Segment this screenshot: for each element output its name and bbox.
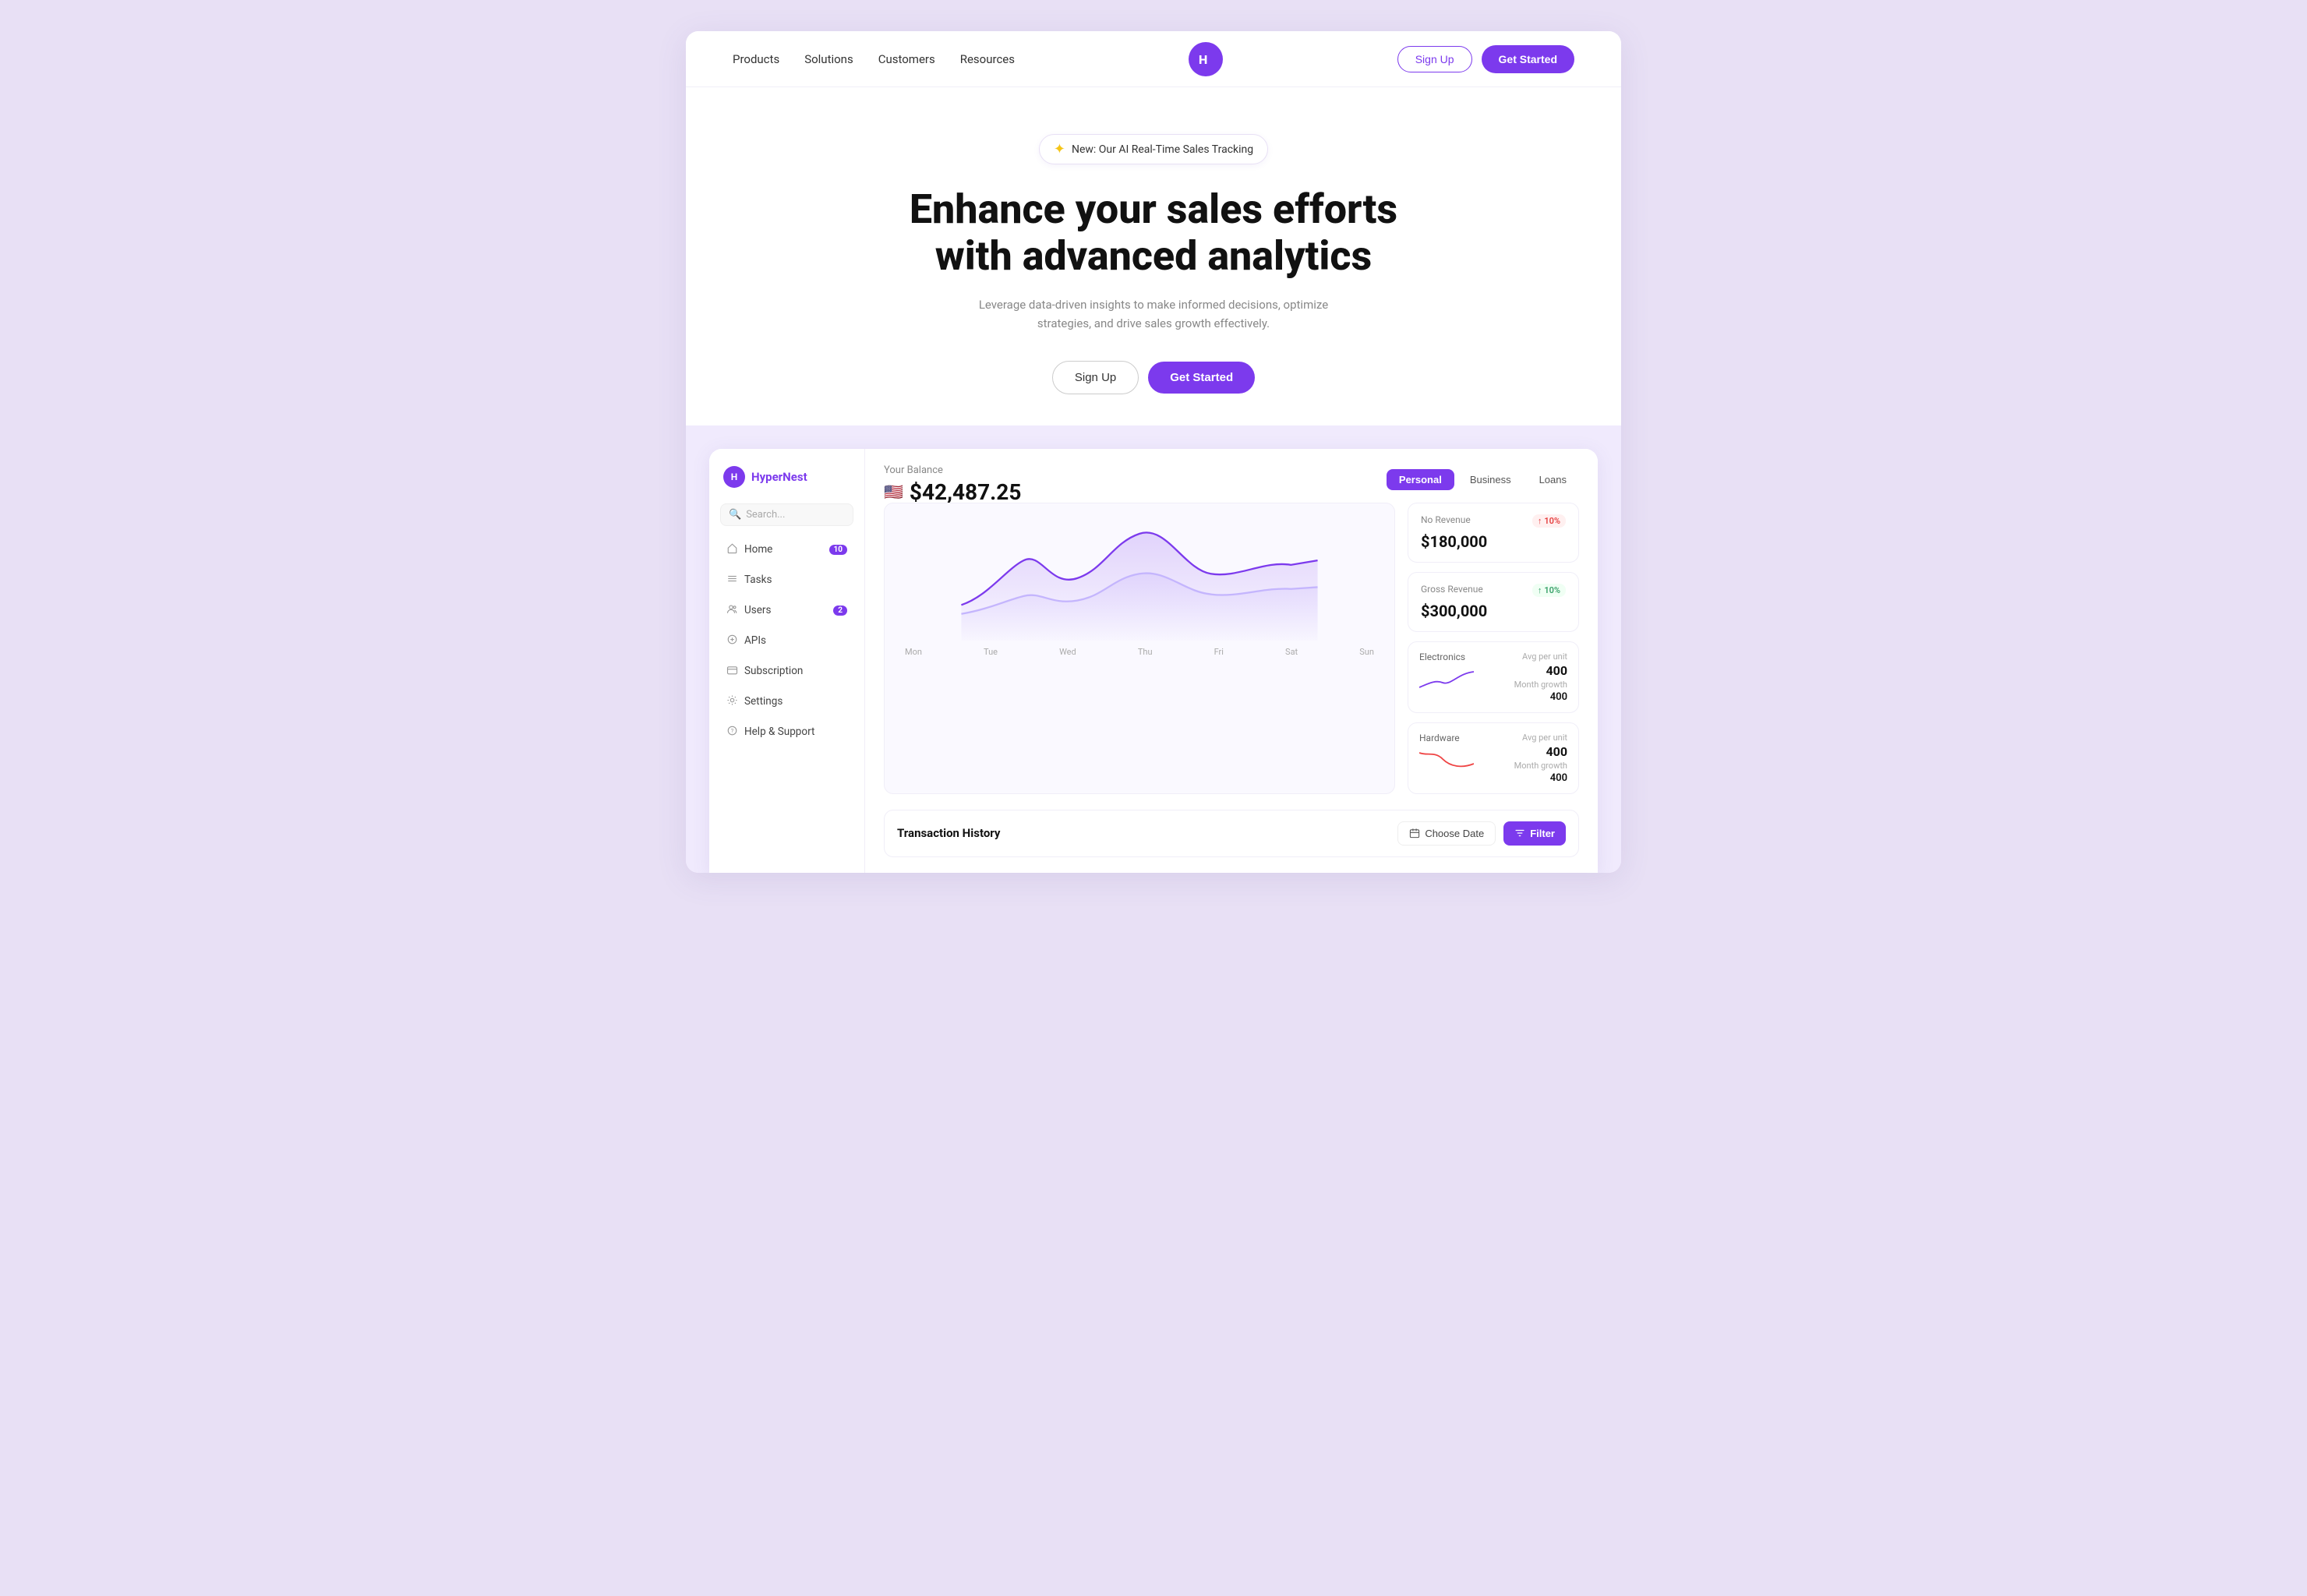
sidebar: H HyperNest 🔍 Search... Home 10 bbox=[709, 449, 865, 873]
svg-text:H: H bbox=[1199, 52, 1207, 67]
chart-container: Mon Tue Wed Thu Fri Sat Sun bbox=[884, 503, 1395, 794]
chart-label-thu: Thu bbox=[1138, 647, 1153, 657]
announcement-badge: ✦ New: Our AI Real-Time Sales Tracking bbox=[1039, 134, 1268, 164]
page-wrapper: Products Solutions Customers Resources H… bbox=[686, 31, 1621, 873]
nav-products[interactable]: Products bbox=[733, 52, 779, 66]
nav-actions: Sign Up Get Started bbox=[1397, 45, 1574, 73]
home-icon bbox=[726, 542, 738, 557]
dashboard-card: H HyperNest 🔍 Search... Home 10 bbox=[709, 449, 1598, 873]
electronics-name: Electronics bbox=[1419, 651, 1474, 662]
logo-container: H bbox=[1189, 42, 1223, 76]
sidebar-item-settings[interactable]: Settings bbox=[720, 689, 853, 715]
chart-label-sun: Sun bbox=[1359, 647, 1374, 657]
chart-label-mon: Mon bbox=[905, 647, 922, 657]
search-placeholder: Search... bbox=[746, 509, 785, 521]
tasks-icon bbox=[726, 573, 738, 588]
sub-stat-electronics: Electronics Avg per unit 400 bbox=[1408, 641, 1579, 713]
chart-label-wed: Wed bbox=[1059, 647, 1076, 657]
stats-column: No Revenue ↑ 10% $180,000 Gross bbox=[1408, 503, 1579, 794]
tab-business[interactable]: Business bbox=[1457, 469, 1524, 490]
arrow-up-icon: ↑ bbox=[1538, 516, 1542, 526]
filter-button[interactable]: Filter bbox=[1503, 821, 1566, 846]
search-box[interactable]: 🔍 Search... bbox=[720, 503, 853, 526]
hardware-mini-chart bbox=[1419, 745, 1474, 773]
transaction-actions: Choose Date Filter bbox=[1397, 821, 1566, 846]
sidebar-help-label: Help & Support bbox=[744, 726, 814, 738]
sidebar-item-subscription[interactable]: Subscription bbox=[720, 659, 853, 684]
gross-revenue-badge: ↑ 10% bbox=[1532, 584, 1566, 597]
sidebar-item-help[interactable]: ? Help & Support bbox=[720, 719, 853, 745]
flag-icon: 🇺🇸 bbox=[884, 482, 903, 501]
hardware-name: Hardware bbox=[1419, 733, 1474, 743]
chart-label-sat: Sat bbox=[1285, 647, 1298, 657]
sidebar-settings-label: Settings bbox=[744, 695, 783, 708]
sidebar-users-label: Users bbox=[744, 604, 771, 616]
dashboard-preview: H HyperNest 🔍 Search... Home 10 bbox=[686, 425, 1621, 873]
chart-x-labels: Mon Tue Wed Thu Fri Sat Sun bbox=[897, 644, 1382, 657]
arrow-up-icon-green: ↑ bbox=[1538, 585, 1542, 595]
sidebar-subscription-label: Subscription bbox=[744, 665, 803, 677]
sidebar-users-badge: 2 bbox=[833, 606, 847, 616]
sidebar-item-home[interactable]: Home 10 bbox=[720, 537, 853, 563]
revenue-chart bbox=[897, 516, 1382, 641]
chart-stats-row: Mon Tue Wed Thu Fri Sat Sun bbox=[884, 503, 1579, 794]
logo-icon: H bbox=[1189, 42, 1223, 76]
transaction-section: Transaction History Choose Date Filter bbox=[884, 810, 1579, 857]
balance-value: $42,487.25 bbox=[910, 479, 1022, 505]
users-icon bbox=[726, 603, 738, 618]
hero-title: Enhance your sales efforts with advanced… bbox=[910, 186, 1397, 280]
no-revenue-value: $180,000 bbox=[1421, 532, 1566, 551]
gross-revenue-label: Gross Revenue bbox=[1421, 584, 1483, 595]
filter-icon bbox=[1514, 828, 1525, 839]
chart-label-fri: Fri bbox=[1214, 647, 1224, 657]
subscription-icon bbox=[726, 664, 738, 679]
badge-text: New: Our AI Real-Time Sales Tracking bbox=[1072, 143, 1253, 156]
stat-card-gross-revenue: Gross Revenue ↑ 10% $300,000 bbox=[1408, 572, 1579, 632]
get-started-button[interactable]: Get Started bbox=[1482, 45, 1574, 73]
settings-icon bbox=[726, 694, 738, 709]
tab-personal[interactable]: Personal bbox=[1387, 469, 1454, 490]
sidebar-home-badge: 10 bbox=[829, 545, 847, 555]
transaction-header: Transaction History Choose Date Filter bbox=[897, 821, 1566, 846]
stat-card-no-revenue: No Revenue ↑ 10% $180,000 bbox=[1408, 503, 1579, 563]
transaction-title: Transaction History bbox=[897, 826, 1000, 840]
sub-stat-hardware: Hardware Avg per unit 400 Mon bbox=[1408, 722, 1579, 794]
help-icon: ? bbox=[726, 725, 738, 740]
signup-button[interactable]: Sign Up bbox=[1397, 46, 1472, 72]
gross-revenue-value: $300,000 bbox=[1421, 602, 1566, 620]
main-content: Your Balance 🇺🇸 $42,487.25 Personal Busi… bbox=[865, 449, 1598, 873]
hero-get-started-button[interactable]: Get Started bbox=[1148, 362, 1255, 394]
electronics-mini-chart bbox=[1419, 664, 1474, 692]
sidebar-item-tasks[interactable]: Tasks bbox=[720, 567, 853, 593]
tab-loans[interactable]: Loans bbox=[1527, 469, 1579, 490]
choose-date-button[interactable]: Choose Date bbox=[1397, 821, 1496, 846]
sidebar-logo: H HyperNest bbox=[720, 463, 853, 499]
sidebar-apis-label: APIs bbox=[744, 634, 766, 647]
sidebar-item-apis[interactable]: APIs bbox=[720, 628, 853, 654]
sidebar-logo-text: HyperNest bbox=[751, 470, 807, 484]
sidebar-tasks-label: Tasks bbox=[744, 574, 772, 586]
apis-icon bbox=[726, 634, 738, 648]
nav-solutions[interactable]: Solutions bbox=[804, 52, 853, 66]
no-revenue-badge: ↑ 10% bbox=[1532, 514, 1566, 528]
search-icon: 🔍 bbox=[729, 509, 741, 521]
nav-customers[interactable]: Customers bbox=[878, 52, 935, 66]
hero-subtitle: Leverage data-driven insights to make in… bbox=[966, 295, 1341, 333]
no-revenue-label: No Revenue bbox=[1421, 514, 1471, 525]
sidebar-item-users[interactable]: Users 2 bbox=[720, 598, 853, 623]
calendar-icon bbox=[1409, 828, 1420, 839]
hero-actions: Sign Up Get Started bbox=[1052, 361, 1255, 394]
nav-links: Products Solutions Customers Resources bbox=[733, 52, 1015, 66]
hero-section: ✦ New: Our AI Real-Time Sales Tracking E… bbox=[686, 87, 1621, 425]
hero-signup-button[interactable]: Sign Up bbox=[1052, 361, 1139, 394]
sidebar-home-label: Home bbox=[744, 543, 772, 556]
sidebar-logo-icon: H bbox=[723, 466, 745, 488]
nav-resources[interactable]: Resources bbox=[960, 52, 1015, 66]
chart-label-tue: Tue bbox=[984, 647, 998, 657]
svg-text:?: ? bbox=[731, 727, 734, 734]
star-icon: ✦ bbox=[1054, 141, 1065, 157]
navbar: Products Solutions Customers Resources H… bbox=[686, 31, 1621, 87]
